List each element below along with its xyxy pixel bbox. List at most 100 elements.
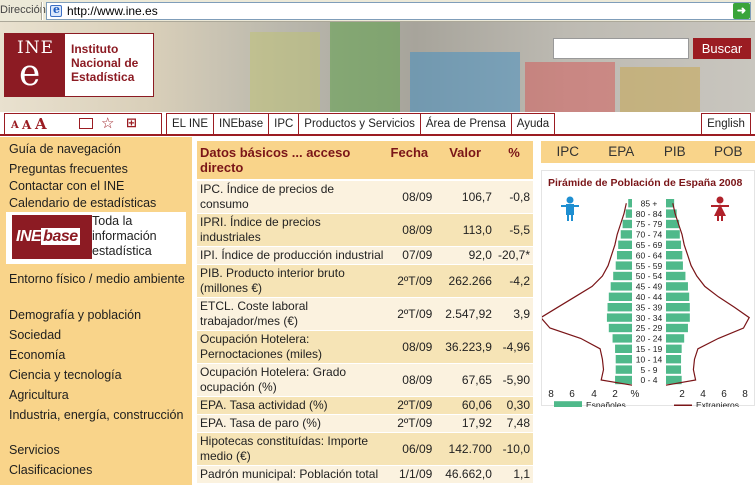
table-body: IPC. Índice de precios de consumo 08/09 10…	[197, 180, 533, 484]
table-row[interactable]: IPC. Índice de precios de consumo 08/09 10…	[197, 180, 533, 214]
table-row[interactable]: ETCL. Coste laboral trabajador/mes (€) 2º…	[197, 297, 533, 331]
indicator-name[interactable]: EPA. Tasa actividad (%)	[197, 396, 388, 415]
tab-productos-servicios[interactable]: Productos y Servicios	[299, 113, 421, 135]
indicator-value: 67,65	[435, 363, 495, 397]
legend-swatch-espanoles	[554, 401, 582, 407]
indicator-date: 08/09	[387, 180, 436, 214]
sidebar-item-clasificaciones[interactable]: Clasificaciones	[9, 462, 189, 478]
indicator-value: 142.700	[435, 432, 495, 466]
sitemap-icon[interactable]: ⊞	[126, 116, 137, 131]
inebase-banner[interactable]: INE base Toda la información estadística	[6, 212, 186, 264]
sidebar-item-entorno[interactable]: Entorno físico / medio ambiente	[9, 271, 189, 287]
tab-ipc-indicator[interactable]: IPC	[541, 141, 595, 163]
star-icon[interactable]: ☆	[101, 114, 114, 132]
pyramid-bar-male	[610, 282, 632, 291]
sidebar-item-contactar[interactable]: Contactar con el INE	[9, 178, 189, 194]
population-pyramid[interactable]: Pirámide de Población de España 2008 85 …	[541, 170, 755, 407]
inebase-logo: INE base	[12, 215, 92, 259]
pyramid-bar-female	[666, 240, 682, 249]
font-medium-button[interactable]: A	[22, 118, 31, 132]
table-row[interactable]: EPA. Tasa actividad (%) 2ºT/09 60,06 0,30	[197, 396, 533, 415]
indicator-change: -0,8	[494, 180, 533, 214]
male-person-icon	[561, 196, 579, 221]
pyramid-bar-male	[612, 334, 632, 343]
pyramid-bar-female	[666, 292, 690, 301]
female-person-icon	[711, 196, 729, 221]
indicator-date: 08/09	[387, 330, 436, 364]
indicator-name[interactable]: IPRI. Índice de precios industriales	[197, 213, 388, 247]
sidebar-item-agricultura[interactable]: Agricultura	[9, 387, 189, 403]
accessibility-toolbar: A A A ☆ ⊞	[4, 113, 162, 135]
pyramid-x-tick: 4	[591, 389, 597, 400]
indicator-value: 92,0	[435, 246, 495, 265]
table-row[interactable]: Ocupación Hotelera: Grado ocupación (%) 0…	[197, 363, 533, 397]
pyramid-x-tick: 2	[612, 389, 618, 400]
sidebar-item-economia[interactable]: Economía	[9, 347, 189, 363]
sidebar-item-ciencia[interactable]: Ciencia y tecnología	[9, 367, 189, 383]
indicator-name[interactable]: IPC. Índice de precios de consumo	[197, 180, 388, 214]
table-row[interactable]: Padrón municipal: Población total 1/1/09 4…	[197, 465, 533, 484]
indicator-change: -5,90	[494, 363, 533, 397]
table-row[interactable]: IPRI. Índice de precios industriales 08/0…	[197, 213, 533, 247]
sidebar-item-preguntas[interactable]: Preguntas frecuentes	[9, 161, 189, 177]
indicator-name[interactable]: PIB. Producto interior bruto (millones €…	[197, 264, 388, 298]
indicator-name[interactable]: EPA. Tasa de paro (%)	[197, 414, 388, 433]
tab-epa-indicator[interactable]: EPA	[595, 141, 649, 163]
banner-decoration	[525, 62, 615, 112]
table-row[interactable]: EPA. Tasa de paro (%) 2ºT/09 17,92 7,48	[197, 414, 533, 433]
inebase-text: Toda la información estadística	[92, 214, 157, 258]
table-row[interactable]: IPI. Índice de producción industrial 07/0…	[197, 246, 533, 265]
tab-pob-indicator[interactable]: POB	[702, 141, 755, 163]
tab-area-prensa[interactable]: Área de Prensa	[420, 113, 512, 135]
pyramid-bar-female	[666, 313, 690, 322]
pyramid-age-label: 80 - 84	[636, 209, 663, 219]
pyramid-bar-male	[613, 271, 632, 281]
legend-extranjeros: Extranjeros	[696, 400, 739, 407]
indicator-value: 106,7	[435, 180, 495, 214]
address-input[interactable]: http://www.ine.es ▼	[46, 2, 751, 20]
pyramid-bar-female	[666, 261, 683, 270]
tab-el-ine[interactable]: EL INE	[166, 113, 215, 135]
indicator-value: 113,0	[435, 213, 495, 247]
indicator-date: 2ºT/09	[387, 297, 436, 331]
sidebar-item-calendario[interactable]: Calendario de estadísticas	[9, 195, 189, 211]
search-input[interactable]	[553, 38, 689, 59]
indicator-name[interactable]: ETCL. Coste laboral trabajador/mes (€)	[197, 297, 388, 331]
go-arrow-icon[interactable]: ➜	[733, 3, 750, 19]
indicator-name[interactable]: Ocupación Hotelera: Pernoctaciones (mile…	[197, 330, 388, 364]
pyramid-age-label: 30 - 34	[636, 313, 663, 323]
table-row[interactable]: Ocupación Hotelera: Pernoctaciones (mile…	[197, 330, 533, 364]
indicator-change: 1,1	[494, 465, 533, 484]
font-large-button[interactable]: A	[35, 115, 47, 133]
table-row[interactable]: PIB. Producto interior bruto (millones €…	[197, 264, 533, 298]
indicator-value: 36.223,9	[435, 330, 495, 364]
tab-inebase[interactable]: INEbase	[214, 113, 270, 135]
address-label: Dirección	[0, 4, 46, 16]
pyramid-bar-male	[615, 344, 632, 353]
sidebar-item-guia[interactable]: Guía de navegación	[9, 141, 189, 157]
pyramid-bar-male	[622, 219, 632, 229]
sidebar-item-servicios[interactable]: Servicios	[9, 442, 189, 458]
indicator-value: 46.662,0	[435, 465, 495, 484]
font-small-button[interactable]: A	[11, 120, 19, 131]
print-icon[interactable]	[79, 118, 93, 129]
search-button[interactable]: Buscar	[693, 38, 751, 59]
tab-pib-indicator[interactable]: PIB	[648, 141, 702, 163]
table-row[interactable]: Hipotecas constituídas: Importe medio (€…	[197, 432, 533, 466]
ine-logo[interactable]: INE e Instituto Nacional de Estadística	[4, 33, 154, 97]
tab-ayuda[interactable]: Ayuda	[511, 113, 556, 135]
sidebar-item-sociedad[interactable]: Sociedad	[9, 327, 189, 343]
indicator-name[interactable]: Ocupación Hotelera: Grado ocupación (%)	[197, 363, 388, 397]
tab-ipc[interactable]: IPC	[269, 113, 300, 135]
language-button[interactable]: English	[701, 113, 751, 135]
sidebar-item-industria[interactable]: Industria, energía, construcción	[9, 407, 189, 423]
indicator-name[interactable]: IPI. Índice de producción industrial	[197, 246, 388, 265]
indicator-name[interactable]: Hipotecas constituídas: Importe medio (€…	[197, 432, 388, 466]
banner-decoration	[250, 32, 320, 112]
pyramid-age-label: 5 - 9	[640, 365, 657, 375]
pyramid-x-tick: 4	[700, 389, 706, 400]
indicator-name[interactable]: Padrón municipal: Población total	[197, 465, 388, 484]
indicator-tabs: IPC EPA PIB POB	[541, 141, 755, 163]
header-fecha: Fecha	[387, 141, 436, 181]
sidebar-item-demografia[interactable]: Demografía y población	[9, 307, 189, 323]
